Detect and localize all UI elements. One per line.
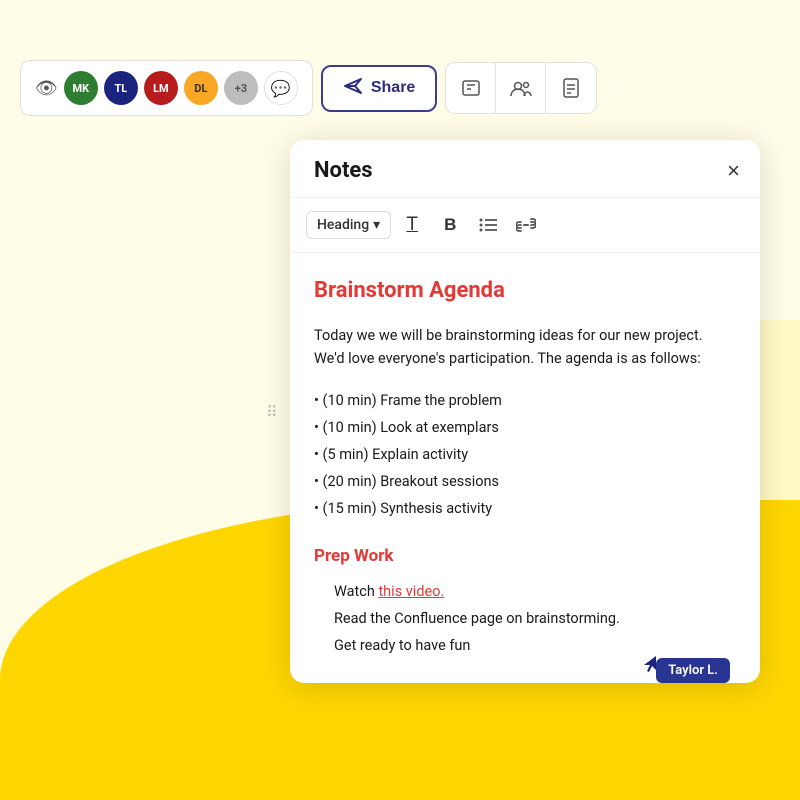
drag-handle[interactable]: ⠿ [266, 402, 278, 421]
link-format-button[interactable] [509, 208, 543, 242]
notes-main-heading: Brainstorm Agenda [314, 273, 736, 308]
send-icon [343, 77, 363, 100]
agenda-list: (10 min) Frame the problem (10 min) Look… [314, 387, 736, 523]
format-toolbar: Heading ▾ T B [290, 198, 760, 253]
list-item: (20 min) Breakout sessions [314, 468, 736, 495]
avatar-mk[interactable]: MK [64, 71, 98, 105]
chat-button[interactable]: 💬 [264, 71, 298, 105]
people-button[interactable] [496, 63, 546, 113]
avatar-dl[interactable]: DL [184, 71, 218, 105]
video-link[interactable]: this video. [378, 583, 444, 600]
avatar-tl[interactable]: TL [104, 71, 138, 105]
avatar-lm[interactable]: LM [144, 71, 178, 105]
list-item: (10 min) Look at exemplars [314, 414, 736, 441]
prep-item-2: Read the Confluence page on brainstormin… [334, 605, 736, 632]
toolbar-right-group [445, 62, 597, 114]
list-item: (15 min) Synthesis activity [314, 495, 736, 522]
notes-content: Brainstorm Agenda Today we we will be br… [290, 253, 760, 683]
cursor-arrow-icon [642, 654, 658, 679]
cursor-tooltip: Taylor L. [642, 654, 730, 683]
share-label: Share [371, 79, 415, 97]
doc-button[interactable] [546, 63, 596, 113]
quote-button[interactable] [446, 63, 496, 113]
bold-format-button[interactable]: B [433, 208, 467, 242]
notes-body-paragraph: Today we we will be brainstorming ideas … [314, 324, 736, 370]
prep-item-1: Watch this video. [334, 578, 736, 605]
top-toolbar: 👁 MK TL LM DL +3 💬 Share [20, 60, 597, 116]
avatar-more[interactable]: +3 [224, 71, 258, 105]
heading-label: Heading [317, 217, 369, 233]
toolbar-left-group: 👁 MK TL LM DL +3 💬 [20, 60, 313, 116]
notes-panel: ⠿ Notes × Heading ▾ T B [290, 140, 760, 683]
notes-title: Notes [314, 158, 373, 183]
notes-content-wrapper: Brainstorm Agenda Today we we will be br… [290, 253, 760, 683]
list-item: (10 min) Frame the problem [314, 387, 736, 414]
heading-selector[interactable]: Heading ▾ [306, 211, 391, 239]
list-item: (5 min) Explain activity [314, 441, 736, 468]
prep-list: Watch this video. Read the Confluence pa… [314, 578, 736, 660]
cursor-user-label: Taylor L. [656, 658, 730, 683]
close-button[interactable]: × [727, 160, 740, 182]
share-button[interactable]: Share [321, 65, 437, 112]
eye-icon: 👁 [35, 78, 58, 99]
text-format-button[interactable]: T [395, 208, 429, 242]
notes-header: Notes × [290, 140, 760, 198]
dropdown-arrow-icon: ▾ [373, 217, 380, 233]
list-format-button[interactable] [471, 208, 505, 242]
prep-heading: Prep Work [314, 543, 736, 570]
